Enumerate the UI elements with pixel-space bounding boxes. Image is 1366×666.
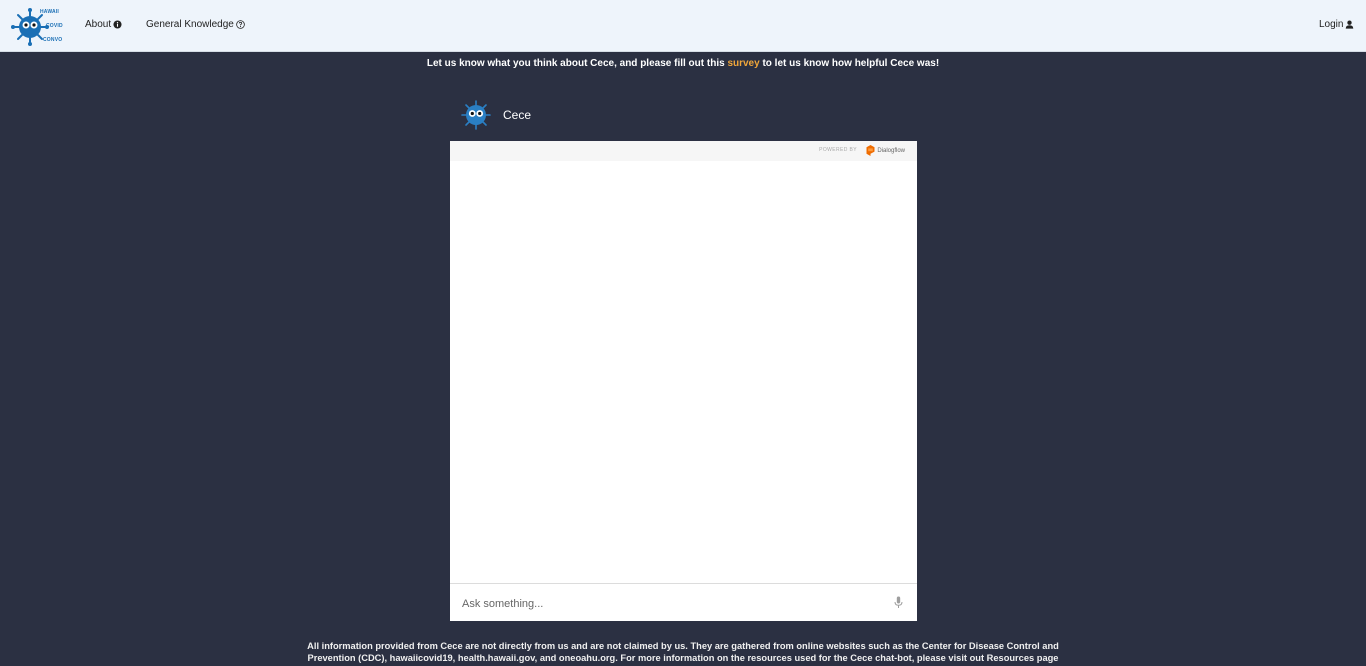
chat-input-row <box>450 583 917 621</box>
chat-window: POWERED BY Dialogflow <box>450 141 917 621</box>
chat-agent-name: Cece <box>503 108 532 122</box>
survey-link[interactable]: survey <box>727 58 759 69</box>
cece-avatar-icon <box>461 100 491 130</box>
nav-login-label: Login <box>1319 19 1344 30</box>
powered-by-label: POWERED BY <box>819 147 857 153</box>
user-icon <box>1346 20 1354 29</box>
logo-text-line1: HAWAII <box>40 9 59 15</box>
top-navbar: HAWAII COVID CONVO About General Knowled… <box>0 0 1366 52</box>
disclaimer-line-1: All information provided from Cece are n… <box>307 641 1059 651</box>
question-circle-icon <box>236 20 245 29</box>
disclaimer-footer: All information provided from Cece are n… <box>300 640 1066 664</box>
logo-text-line2: COVID <box>46 23 63 29</box>
survey-banner: Let us know what you think about Cece, a… <box>0 58 1366 69</box>
nav-about-label: About <box>85 19 112 30</box>
survey-text-before: Let us know what you think about Cece, a… <box>426 58 728 69</box>
nav-login-link[interactable]: Login <box>1319 19 1354 30</box>
site-logo[interactable]: HAWAII COVID CONVO <box>10 7 66 47</box>
logo-text-line3: CONVO <box>43 37 63 43</box>
powered-by-bar: POWERED BY Dialogflow <box>450 141 917 161</box>
dialogflow-icon <box>866 145 875 156</box>
survey-text-after: to let us know how helpful Cece was! <box>759 58 940 69</box>
disclaimer-line-2: Prevention (CDC), hawaiicovid19, health.… <box>307 653 1059 663</box>
dialogflow-name: Dialogflow <box>877 147 905 154</box>
microphone-icon[interactable] <box>894 596 903 609</box>
nav-about-link[interactable]: About <box>85 19 122 30</box>
chat-agent-header: Cece <box>450 92 917 138</box>
nav-general-knowledge-link[interactable]: General Knowledge <box>146 19 245 30</box>
nav-general-knowledge-label: General Knowledge <box>146 19 234 30</box>
info-icon <box>113 20 122 29</box>
dialogflow-logo: Dialogflow <box>866 145 905 156</box>
chat-message-input[interactable] <box>460 593 884 615</box>
